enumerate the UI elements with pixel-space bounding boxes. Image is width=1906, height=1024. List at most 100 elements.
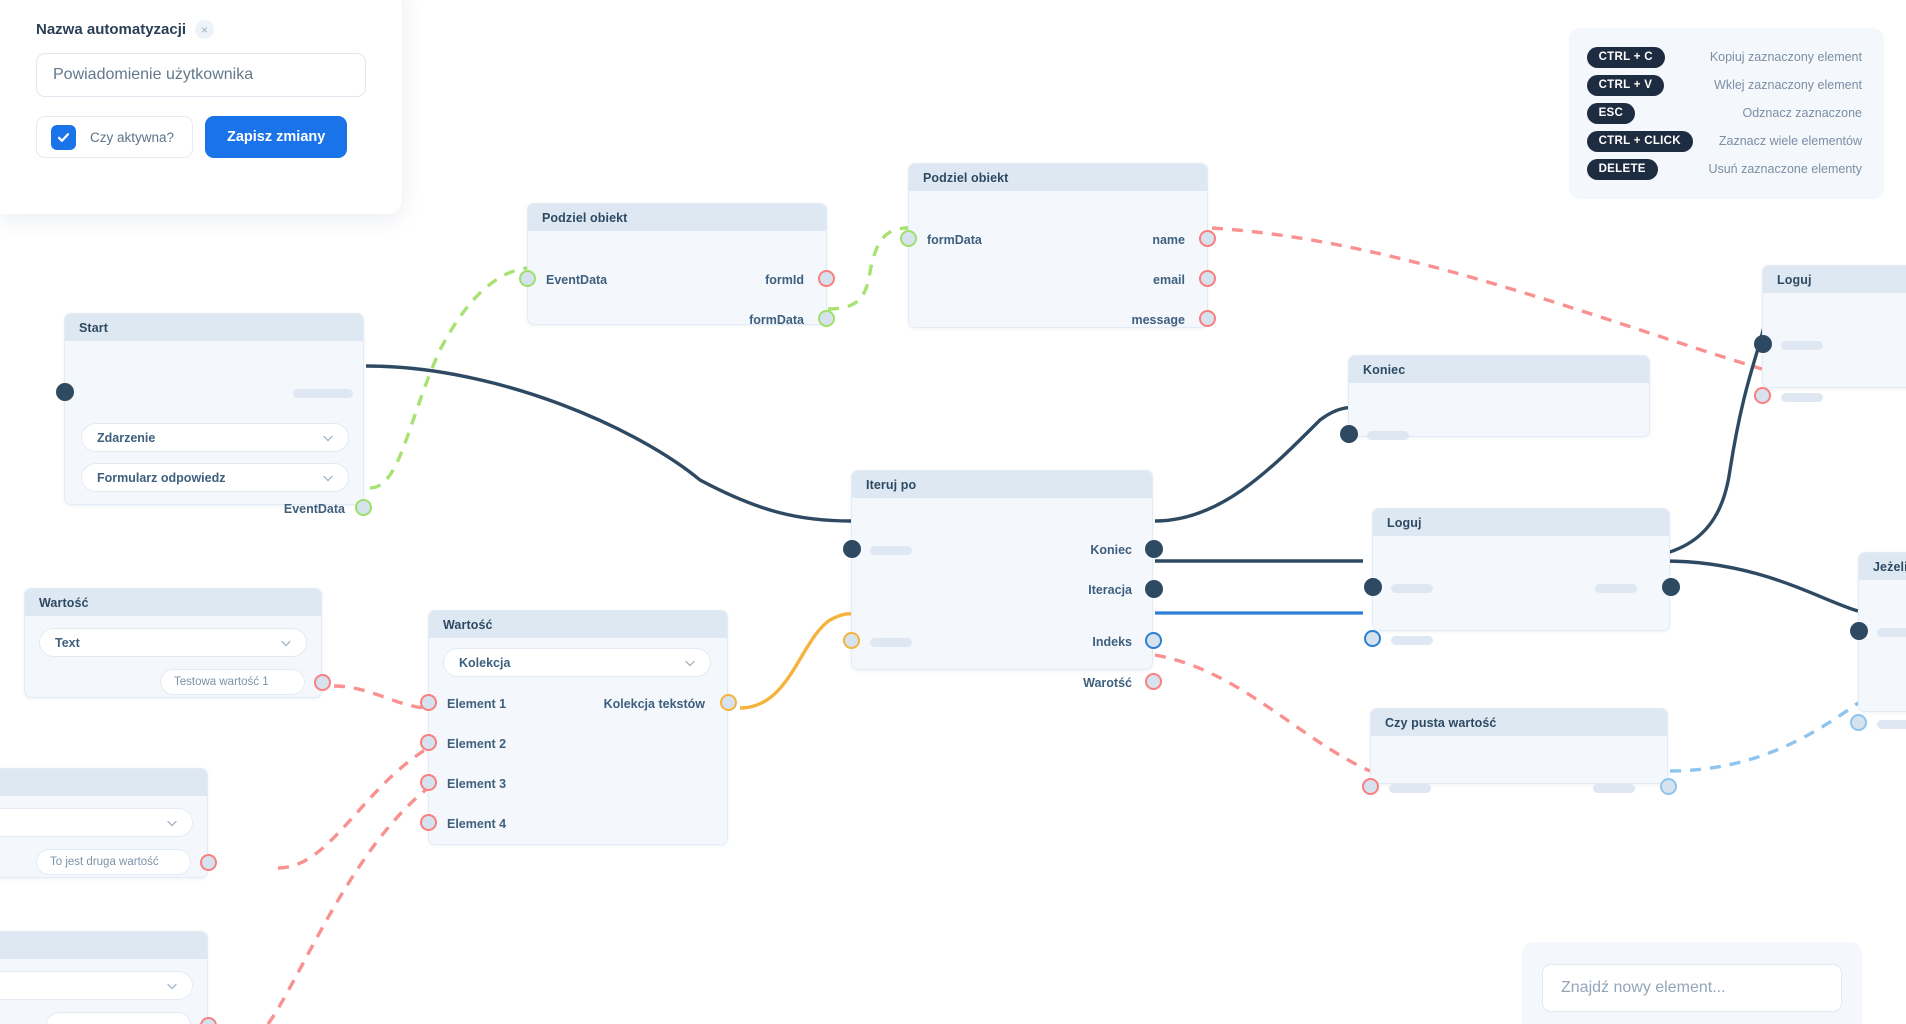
select-value-type-1-value: Text bbox=[55, 635, 80, 650]
port-loop-koniec-out[interactable] bbox=[1145, 540, 1163, 558]
page-title: Nazwa automatyzacji bbox=[36, 21, 187, 38]
port-label-message: message bbox=[1131, 313, 1185, 327]
node-split-object-2[interactable]: Podziel obiekt formData name email messa… bbox=[900, 163, 1216, 328]
node-title: Loguj bbox=[1387, 515, 1422, 530]
port-loguj-exec-out[interactable] bbox=[1662, 578, 1680, 596]
edge-name-to-loguj bbox=[1211, 226, 1763, 371]
edge-loguj-jezeli bbox=[1663, 559, 1859, 613]
port-label-element-4: Element 4 bbox=[447, 817, 507, 831]
port-collection-element-3-in[interactable] bbox=[420, 774, 437, 791]
port-empty-result-out[interactable] bbox=[1660, 778, 1677, 795]
port-value-text-3-out[interactable] bbox=[200, 1017, 217, 1024]
chevron-down-icon bbox=[281, 640, 291, 646]
port-loop-exec-in[interactable] bbox=[843, 540, 861, 558]
node-value-collection[interactable]: Wartość Kolekcja Element 1 Element 2 Ele… bbox=[420, 610, 737, 845]
port-loop-indeks-out[interactable] bbox=[1145, 632, 1162, 649]
input-value-text-3[interactable] bbox=[46, 1012, 191, 1024]
node-value-text-2[interactable]: Wartość Text To jest druga wartość bbox=[0, 768, 217, 878]
select-value-type-2[interactable]: Text bbox=[0, 808, 193, 837]
node-value-text-1[interactable]: Wartość Text Testowa wartość 1 bbox=[24, 588, 331, 698]
port-collection-out[interactable] bbox=[720, 694, 737, 711]
exec-in-bar bbox=[1877, 628, 1906, 637]
node-jezeli[interactable]: Jeżeli bbox=[1850, 552, 1906, 731]
port-start-eventdata-out[interactable] bbox=[355, 499, 372, 516]
port-loguj-value-in[interactable] bbox=[1364, 630, 1381, 647]
active-toggle[interactable]: Czy aktywna? bbox=[36, 116, 193, 158]
shortcuts-panel: CTRL + C Kopiuj zaznaczony element CTRL … bbox=[1568, 28, 1884, 199]
input-value-text-1[interactable]: Testowa wartość 1 bbox=[160, 669, 305, 695]
edge-koniec bbox=[1154, 406, 1353, 523]
port-label-indeks: Indeks bbox=[1092, 635, 1132, 649]
node-start[interactable]: Start Zdarzenie Formularz odpowiedz Even… bbox=[56, 313, 372, 516]
input-value-text-2[interactable]: To jest druga wartość bbox=[36, 849, 191, 875]
select-form[interactable]: Formularz odpowiedz bbox=[81, 463, 349, 492]
select-value-type-3[interactable]: Text bbox=[0, 971, 193, 1000]
collection-in-bar bbox=[870, 638, 912, 647]
port-jezeli-exec-in[interactable] bbox=[1850, 622, 1868, 640]
port-loop-warotsc-out[interactable] bbox=[1145, 673, 1162, 690]
node-title: Podziel obiekt bbox=[923, 170, 1009, 185]
port-split1-eventdata-in[interactable] bbox=[519, 270, 536, 287]
shortcut-desc: Zaznacz wiele elementów bbox=[1718, 134, 1862, 148]
search-placeholder: Znajdź nowy element... bbox=[1561, 979, 1726, 996]
port-collection-element-2-in[interactable] bbox=[420, 734, 437, 751]
node-header: Start bbox=[65, 314, 363, 341]
node-header: Podziel obiekt bbox=[909, 164, 1207, 191]
shortcut-row: DELETE Usuń zaznaczone elementy bbox=[1586, 155, 1862, 183]
port-empty-value-in[interactable] bbox=[1362, 778, 1379, 795]
node-title: Koniec bbox=[1363, 362, 1406, 377]
chevron-down-icon bbox=[685, 660, 695, 666]
port-label-element-2: Element 2 bbox=[447, 737, 507, 751]
port-split1-formdata-out[interactable] bbox=[818, 310, 835, 327]
port-split2-formdata-in[interactable] bbox=[900, 230, 917, 247]
edge-formdata bbox=[827, 226, 909, 311]
port-value-text-2-out[interactable] bbox=[200, 854, 217, 871]
node-loguj-right[interactable]: Loguj bbox=[1754, 265, 1906, 404]
node-header: Czy pusta wartość bbox=[1371, 709, 1667, 736]
port-loop-iteracja-out[interactable] bbox=[1145, 580, 1163, 598]
port-koniec-exec-in[interactable] bbox=[1340, 425, 1358, 443]
shortcut-desc: Usuń zaznaczone elementy bbox=[1708, 162, 1862, 176]
port-split2-email-out[interactable] bbox=[1199, 270, 1216, 287]
port-value-text-1-out[interactable] bbox=[314, 674, 331, 691]
port-collection-element-1-in[interactable] bbox=[420, 694, 437, 711]
port-split1-formid-out[interactable] bbox=[818, 270, 835, 287]
node-header: Podziel obiekt bbox=[528, 204, 826, 231]
port-collection-element-4-in[interactable] bbox=[420, 814, 437, 831]
port-loop-collection-in[interactable] bbox=[843, 632, 860, 649]
select-form-value: Formularz odpowiedz bbox=[97, 470, 226, 485]
node-header: Wartość bbox=[0, 932, 207, 959]
select-value-type-1[interactable]: Text bbox=[39, 628, 307, 657]
port-jezeli-cond-in[interactable] bbox=[1850, 714, 1867, 731]
port-start-exec-out[interactable] bbox=[56, 383, 74, 401]
port-label-collection-out: Kolekcja tekstów bbox=[603, 697, 705, 711]
shortcut-desc: Kopiuj zaznaczony element bbox=[1709, 50, 1862, 64]
port-loguj-right-value-in[interactable] bbox=[1754, 387, 1771, 404]
select-event[interactable]: Zdarzenie bbox=[81, 423, 349, 452]
search-panel: Znajdź nowy element... bbox=[1522, 942, 1862, 1024]
port-split2-name-out[interactable] bbox=[1199, 230, 1216, 247]
node-koniec[interactable]: Koniec bbox=[1340, 355, 1650, 443]
select-collection-type-value: Kolekcja bbox=[459, 655, 511, 670]
node-split-object-1[interactable]: Podziel obiekt EventData formId formData bbox=[519, 203, 835, 327]
node-loop[interactable]: Iteruj po Koniec Iteracja Indeks Warotść bbox=[843, 470, 1163, 690]
port-label-name: name bbox=[1152, 233, 1185, 247]
node-value-text-3[interactable]: Wartość Text bbox=[0, 931, 217, 1024]
node-czy-pusta-wartosc[interactable]: Czy pusta wartość bbox=[1362, 708, 1677, 795]
port-loguj-exec-in[interactable] bbox=[1364, 578, 1382, 596]
shortcut-key: CTRL + CLICK bbox=[1586, 130, 1693, 152]
port-label-eventdata-in: EventData bbox=[546, 273, 608, 287]
node-loguj-mid[interactable]: Loguj bbox=[1364, 508, 1680, 647]
active-checkbox[interactable] bbox=[51, 124, 76, 150]
port-loguj-right-exec-in[interactable] bbox=[1754, 335, 1772, 353]
shortcut-row: CTRL + C Kopiuj zaznaczony element bbox=[1586, 43, 1862, 71]
edge-val2-el2 bbox=[277, 746, 429, 870]
select-collection-type[interactable]: Kolekcja bbox=[443, 648, 711, 677]
search-input[interactable]: Znajdź nowy element... bbox=[1542, 964, 1842, 1012]
chevron-down-icon bbox=[167, 983, 177, 989]
port-split2-message-out[interactable] bbox=[1199, 310, 1216, 327]
save-button[interactable]: Zapisz zmiany bbox=[205, 116, 348, 158]
value-in-bar bbox=[1389, 784, 1431, 793]
automation-name-input[interactable]: Powiadomienie użytkownika bbox=[36, 53, 366, 97]
close-icon[interactable]: × bbox=[195, 20, 215, 39]
